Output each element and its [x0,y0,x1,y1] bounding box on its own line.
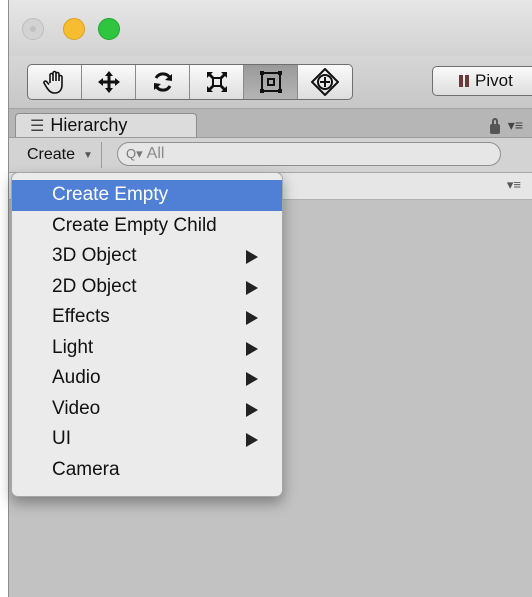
rotate-icon [153,72,172,92]
rect-transform-icon [259,71,282,93]
rotate-tool-button[interactable] [136,65,190,99]
hand-icon [42,70,63,94]
submenu-arrow-icon [246,280,258,295]
create-dropdown-menu: Create Empty Create Empty Child 3D Objec… [11,172,283,497]
close-window-button[interactable] [22,18,44,40]
list-icon: ☰ [30,117,45,135]
menu-item-label: Effects [52,306,110,328]
pivot-toggle-button[interactable]: Pivot [432,66,532,96]
move-tool-button[interactable] [82,65,136,99]
minimize-window-button[interactable] [63,18,85,40]
submenu-arrow-icon [246,341,258,356]
menu-item-label: Camera [52,458,120,480]
menu-item-effects[interactable]: Effects [12,302,282,333]
tab-hierarchy-label: Hierarchy [50,115,128,135]
lock-icon[interactable] [489,117,500,134]
search-placeholder: All [146,145,165,162]
menu-item-label: Light [52,336,94,358]
hand-tool-button[interactable] [28,65,82,99]
title-bar [9,0,532,57]
transform-tool-button[interactable] [298,65,352,99]
menu-item-label: Video [52,397,101,419]
create-dropdown-button[interactable]: Create ▼ [17,142,102,168]
scale-icon [206,72,227,92]
menu-item-light[interactable]: Light [12,333,282,364]
menu-item-camera[interactable]: Camera [12,455,282,486]
tab-tools: ▾≡ [489,117,523,134]
menu-item-label: Create Empty Child [52,214,217,236]
scene-menu-icon[interactable]: ▾≡ [507,177,521,193]
menu-item-3d-object[interactable]: 3D Object [12,241,282,272]
pivot-label: Pivot [475,71,513,90]
menu-item-label: 2D Object [52,275,137,297]
panel-menu-icon[interactable]: ▾≡ [508,117,523,134]
menu-item-create-empty[interactable]: Create Empty [12,180,282,211]
scale-tool-button[interactable] [190,65,244,99]
move-icon [97,71,120,93]
transform-icon [311,68,339,96]
rect-tool-button[interactable] [244,65,298,99]
pivot-icon [459,75,469,87]
submenu-arrow-icon [246,402,258,417]
search-input[interactable]: Q▾ All [117,142,501,166]
menu-item-label: Audio [52,367,101,389]
create-label: Create [27,146,76,163]
menu-item-video[interactable]: Video [12,394,282,425]
menu-item-2d-object[interactable]: 2D Object [12,272,282,303]
submenu-arrow-icon [246,433,258,447]
menu-item-audio[interactable]: Audio [12,363,282,394]
tab-hierarchy[interactable]: ☰ Hierarchy [15,113,197,137]
transform-tools [27,64,353,100]
submenu-arrow-icon [246,372,258,386]
search-icon: Q▾ [126,146,143,161]
menu-item-label: Create Empty [52,184,169,206]
submenu-arrow-icon [246,250,258,264]
zoom-window-button[interactable] [98,18,120,40]
hierarchy-tab-bar: ☰ Hierarchy ▾≡ [9,109,532,138]
menu-item-label: UI [52,428,71,450]
hierarchy-search-row: Create ▼ Q▾ All [9,138,532,173]
submenu-arrow-icon [246,311,258,325]
menu-item-ui[interactable]: UI [12,424,282,455]
chevron-down-icon: ▼ [83,149,93,161]
menu-item-label: 3D Object [52,245,137,267]
scene-toolbar: Pivot [9,56,532,108]
menu-item-create-empty-child[interactable]: Create Empty Child [12,211,282,242]
